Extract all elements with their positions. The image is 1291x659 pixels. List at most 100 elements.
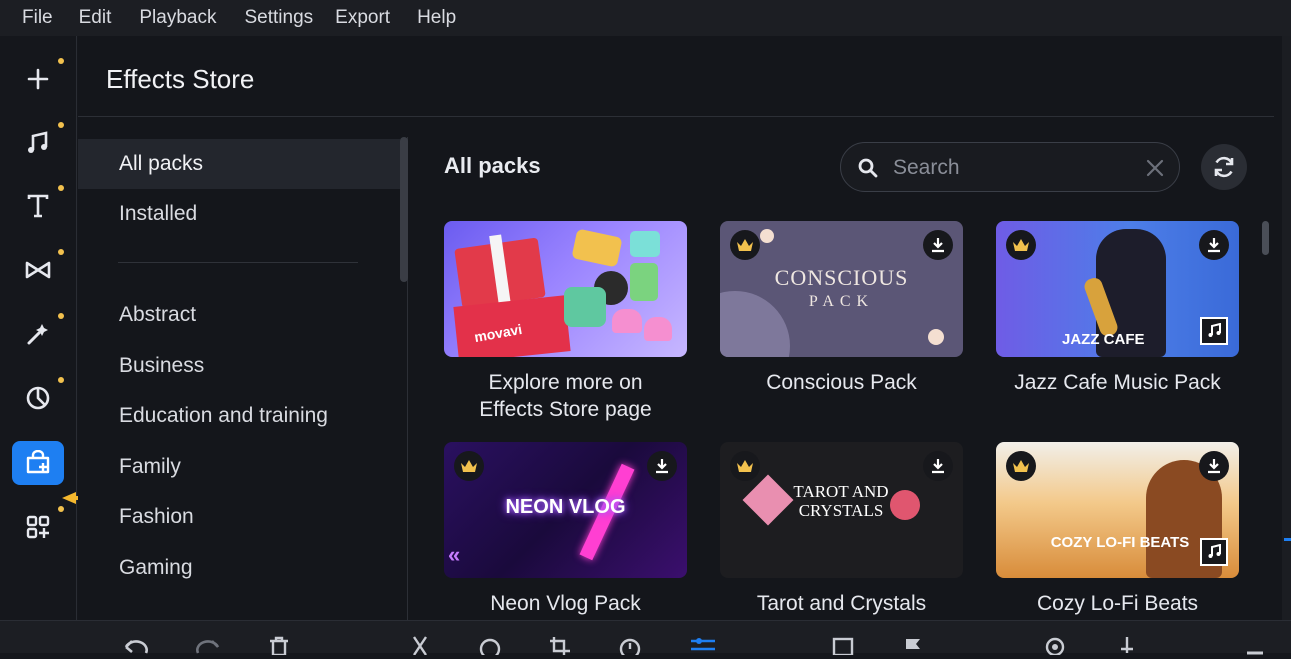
add-media-button[interactable] (12, 57, 64, 101)
download-button[interactable] (647, 451, 677, 481)
download-icon (1208, 238, 1220, 253)
download-button[interactable] (1199, 230, 1229, 260)
effects-store-button[interactable] (12, 441, 64, 485)
music-note-icon (1208, 544, 1221, 558)
notification-dot (58, 58, 64, 64)
rotate-button[interactable] (475, 635, 505, 659)
category-all-packs[interactable]: All packs (78, 139, 400, 189)
flag-icon (906, 639, 920, 655)
category-scrollbar[interactable] (400, 137, 408, 282)
redo-button[interactable] (194, 635, 224, 659)
audio-button[interactable] (1112, 635, 1142, 659)
pack-label: Cozy Lo-Fi Beats (1036, 592, 1199, 615)
premium-badge (1006, 230, 1036, 260)
tool-rail (0, 36, 104, 620)
download-icon (1208, 459, 1220, 474)
download-button[interactable] (923, 230, 953, 260)
category-installed[interactable]: Installed (78, 189, 400, 239)
pin-icon (1045, 637, 1065, 655)
apps-add-icon (26, 515, 50, 539)
undo-button[interactable] (120, 635, 150, 659)
splitter-handle[interactable] (1284, 538, 1291, 541)
notification-dot (58, 249, 64, 255)
speed-button[interactable] (615, 635, 645, 659)
menu-help[interactable]: Help (417, 7, 456, 29)
download-icon (932, 459, 944, 474)
record-button[interactable] (1040, 635, 1070, 659)
thumb-title: NEON VLOG (505, 496, 626, 518)
thumb-title: COZY LO-FI BEATS (1050, 534, 1190, 551)
adjust-button[interactable] (688, 635, 718, 659)
refresh-icon (1214, 156, 1234, 178)
menu-bar: File Edit Playback Settings Export Help (0, 0, 1291, 36)
crown-icon (1013, 239, 1029, 251)
category-business[interactable]: Business (78, 341, 400, 391)
download-button[interactable] (923, 451, 953, 481)
sticker (630, 263, 658, 301)
delete-button[interactable] (264, 635, 294, 659)
transitions-button[interactable] (12, 248, 64, 292)
timeline-toolbar (0, 620, 1291, 655)
pack-thumbnail: CONSCIOUS PACK (720, 221, 963, 357)
cut-button[interactable] (405, 635, 435, 659)
music-badge (1200, 317, 1228, 345)
sticker (564, 287, 606, 327)
trash-icon (270, 636, 288, 655)
content-scrollbar[interactable] (1262, 221, 1269, 255)
refresh-button[interactable] (1201, 144, 1247, 190)
heart-sticker (612, 309, 642, 333)
marker-button[interactable] (898, 635, 928, 659)
thumb-title: CONSCIOUS (774, 265, 909, 290)
search-input[interactable] (893, 154, 1123, 182)
category-family[interactable]: Family (78, 442, 400, 492)
crown-icon (1013, 460, 1029, 472)
category-education[interactable]: Education and training (78, 391, 400, 441)
music-icon (28, 131, 48, 153)
menu-export[interactable]: Export (335, 7, 390, 29)
menu-edit[interactable]: Edit (79, 7, 112, 29)
music-badge (1200, 538, 1228, 566)
category-fashion[interactable]: Fashion (78, 492, 400, 542)
notification-dot (58, 506, 64, 512)
crown-icon (737, 239, 753, 251)
frame-icon (832, 637, 854, 655)
more-tools-button[interactable] (12, 505, 64, 549)
redo-icon (196, 640, 220, 654)
menu-settings[interactable]: Settings (244, 7, 313, 29)
decor-dot (760, 229, 774, 243)
category-abstract[interactable]: Abstract (78, 290, 400, 340)
crown-icon (461, 460, 477, 472)
clock-pie-icon (26, 386, 50, 410)
pack-label: Jazz Cafe Music Pack (1014, 371, 1221, 394)
search-box (840, 142, 1180, 192)
transitions-icon (25, 261, 51, 279)
music-note-icon (1208, 323, 1221, 337)
download-button[interactable] (1199, 451, 1229, 481)
effects-store-panel: Effects Store All packs Installed Abstra… (78, 36, 1282, 620)
chevrons-decor: « (448, 542, 461, 567)
decor-dot (928, 329, 944, 345)
music-button[interactable] (12, 121, 64, 165)
stabilize-button[interactable] (828, 635, 858, 659)
pack-thumbnail: NEON VLOG « (444, 442, 687, 578)
dash-icon (1247, 651, 1263, 655)
premium-badge (730, 451, 760, 481)
crop-button[interactable] (545, 635, 575, 659)
filters-button[interactable] (12, 312, 64, 356)
premium-badge (730, 230, 760, 260)
download-icon (656, 459, 668, 474)
menu-playback[interactable]: Playback (139, 7, 216, 29)
notification-dot (58, 313, 64, 319)
thumb-title: JAZZ CAFE (1062, 331, 1145, 348)
pack-label: Tarot and Crystals (756, 592, 927, 615)
notification-dot (58, 185, 64, 191)
category-gaming[interactable]: Gaming (78, 543, 400, 593)
store-bag-icon (26, 450, 50, 474)
menu-file[interactable]: File (22, 7, 53, 29)
titles-button[interactable] (12, 184, 64, 228)
heart-sticker (644, 317, 672, 341)
clear-icon[interactable] (1144, 157, 1166, 179)
content-title: All packs (444, 153, 541, 178)
overflow-button[interactable] (1240, 635, 1270, 659)
stickers-button[interactable] (12, 376, 64, 420)
